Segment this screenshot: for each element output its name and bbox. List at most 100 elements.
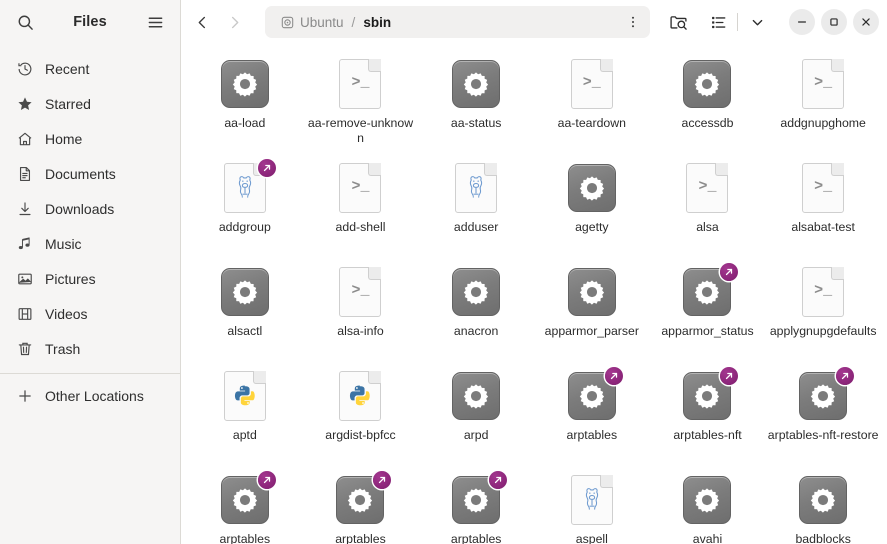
file-item[interactable]: aptd	[187, 364, 303, 468]
perl-script-icon	[570, 475, 613, 525]
file-label: arptables	[335, 532, 386, 544]
executable-gear-icon	[567, 164, 616, 212]
file-icon: >_	[797, 266, 849, 318]
music-note-icon	[16, 236, 33, 253]
file-item[interactable]: arptables	[303, 468, 419, 544]
file-icon	[450, 471, 508, 526]
file-icon	[797, 474, 849, 526]
sidebar-item-other-locations[interactable]: Other Locations	[7, 380, 173, 412]
header-bar: Ubuntu / sbin	[181, 0, 887, 44]
sidebar-item-trash[interactable]: Trash	[7, 333, 173, 365]
file-item[interactable]: apparmor_status	[650, 260, 766, 364]
file-item[interactable]: avahi	[650, 468, 766, 544]
file-item[interactable]: aspell	[534, 468, 650, 544]
file-icon: >_	[566, 58, 618, 110]
shell-script-icon: >_	[339, 163, 382, 213]
file-item[interactable]: addgroup	[187, 156, 303, 260]
python-script-icon	[223, 371, 266, 421]
file-item[interactable]: arptables-nft-restore	[765, 364, 881, 468]
sidebar-item-home[interactable]: Home	[7, 123, 173, 155]
file-item[interactable]: arptables	[187, 468, 303, 544]
sidebar-item-label: Trash	[45, 341, 81, 357]
sidebar-item-documents[interactable]: Documents	[7, 158, 173, 190]
file-item[interactable]: alsactl	[187, 260, 303, 364]
file-item[interactable]: >_ alsabat-test	[765, 156, 881, 260]
sidebar-item-pictures[interactable]: Pictures	[7, 263, 173, 295]
back-button[interactable]	[187, 7, 217, 37]
sidebar-item-recent[interactable]: Recent	[7, 53, 173, 85]
breadcrumb-item-sbin[interactable]: sbin	[357, 13, 397, 32]
sidebar-item-music[interactable]: Music	[7, 228, 173, 260]
shell-script-icon: >_	[802, 163, 845, 213]
sidebar-item-starred[interactable]: Starred	[7, 88, 173, 120]
file-item[interactable]: apparmor_parser	[534, 260, 650, 364]
file-icon: >_	[334, 58, 386, 110]
file-item[interactable]: accessdb	[650, 52, 766, 156]
file-label: aa-load	[224, 116, 266, 130]
file-icon	[681, 58, 733, 110]
vertical-dots-icon[interactable]	[620, 9, 646, 35]
file-item[interactable]: arptables	[534, 364, 650, 468]
file-item[interactable]: badblocks	[765, 468, 881, 544]
terminal-prompt-glyph: >_	[698, 177, 717, 195]
file-label: arptables	[219, 532, 271, 544]
file-label: alsa-info	[337, 324, 384, 338]
file-item[interactable]: >_ aa-teardown	[534, 52, 650, 156]
executable-gear-icon	[683, 476, 732, 524]
sidebar-item-label: Documents	[45, 166, 116, 182]
symlink-badge-icon	[720, 367, 739, 385]
file-label: accessdb	[681, 116, 734, 130]
file-item[interactable]: >_ addgnupghome	[765, 52, 881, 156]
file-item[interactable]: arptables	[418, 468, 534, 544]
file-icon: >_	[797, 162, 849, 214]
file-label: apparmor_parser	[544, 324, 639, 338]
file-item[interactable]: >_ alsa	[650, 156, 766, 260]
toolbar-divider	[737, 13, 738, 31]
file-label: arptables-nft-restore	[767, 428, 879, 442]
video-film-icon	[16, 306, 33, 323]
chevron-down-icon[interactable]	[741, 7, 773, 37]
picture-icon	[16, 271, 33, 288]
list-view-icon[interactable]	[702, 7, 734, 37]
executable-gear-icon	[220, 268, 269, 316]
shell-script-icon: >_	[339, 59, 382, 109]
file-item[interactable]: argdist-bpfcc	[303, 364, 419, 468]
file-item[interactable]: >_ applygnupgdefaults	[765, 260, 881, 364]
file-icon	[450, 58, 502, 110]
search-folder-icon[interactable]	[662, 7, 694, 37]
file-label: apparmor_status	[661, 324, 754, 338]
file-icon	[219, 266, 271, 318]
file-item[interactable]: aa-status	[418, 52, 534, 156]
maximize-icon[interactable]	[821, 9, 847, 35]
file-item[interactable]: >_ aa-remove-unknown	[303, 52, 419, 156]
file-item[interactable]: >_ alsa-info	[303, 260, 419, 364]
file-item[interactable]: arptables-nft	[650, 364, 766, 468]
window-controls	[789, 9, 879, 35]
file-item[interactable]: agetty	[534, 156, 650, 260]
file-item[interactable]: anacron	[418, 260, 534, 364]
sidebar-item-videos[interactable]: Videos	[7, 298, 173, 330]
file-label: badblocks	[795, 532, 851, 544]
sidebar-item-label: Music	[45, 236, 82, 252]
file-item[interactable]: aa-load	[187, 52, 303, 156]
file-item[interactable]: arpd	[418, 364, 534, 468]
file-label: arptables-nft	[673, 428, 742, 442]
minimize-icon[interactable]	[789, 9, 815, 35]
file-label: aa-remove-unknown	[307, 116, 414, 145]
file-item[interactable]: adduser	[418, 156, 534, 260]
file-item[interactable]: >_ add-shell	[303, 156, 419, 260]
symlink-badge-icon	[489, 471, 508, 489]
file-grid-container[interactable]: aa-load >_ aa-remove-unknown aa-status >_ aa-…	[181, 44, 887, 544]
breadcrumb-item-ubuntu[interactable]: Ubuntu	[275, 13, 350, 32]
hamburger-menu-icon[interactable]	[140, 7, 170, 37]
star-icon	[16, 96, 33, 113]
places-list: Recent Starred Home Documents Downloads …	[0, 44, 180, 415]
file-icon	[681, 263, 739, 318]
sidebar-item-downloads[interactable]: Downloads	[7, 193, 173, 225]
shell-script-icon: >_	[686, 163, 729, 213]
close-icon[interactable]	[853, 9, 879, 35]
executable-gear-icon	[683, 60, 732, 108]
search-icon[interactable]	[10, 7, 40, 37]
forward-button[interactable]	[219, 7, 249, 37]
sidebar: Files Recent Starred Home Documents Down…	[0, 0, 181, 544]
